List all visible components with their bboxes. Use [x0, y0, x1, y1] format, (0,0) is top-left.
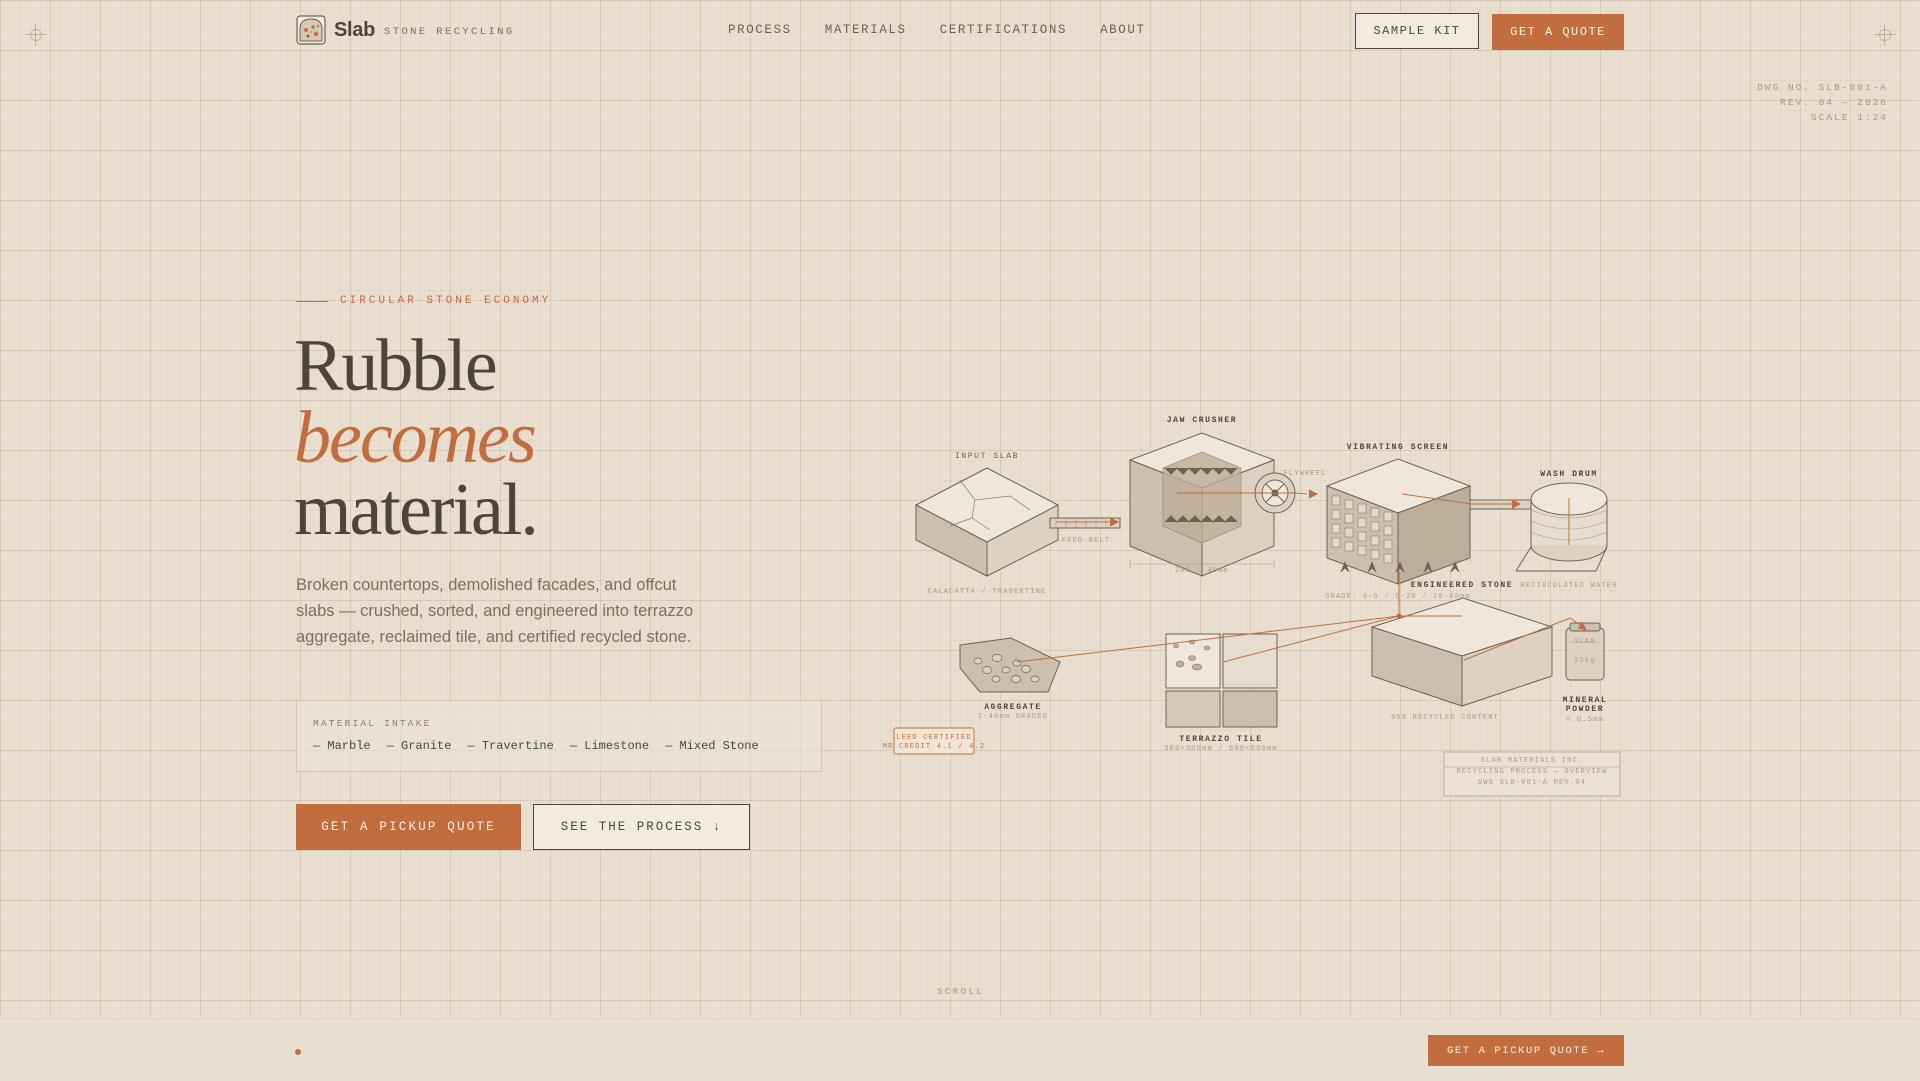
hero-headline: Rubble becomes material.: [294, 325, 539, 551]
nav-materials[interactable]: MATERIALS: [825, 23, 907, 37]
eyebrow-rule: [296, 300, 328, 302]
aggregate-illustration: [959, 637, 1061, 693]
mineral-powder-label-2: POWDER: [1566, 705, 1604, 714]
leed-sublabel: MR CREDIT 4.1 / 4.2: [883, 743, 986, 751]
title-block-company: SLAB MATERIALS INC.: [1481, 757, 1584, 765]
intake-item-limestone: — Limestone: [569, 739, 650, 753]
intake-list: — Marble — Granite — Travertine — Limest…: [313, 739, 759, 753]
wash-drum-sublabel: RECIRCULATED WATER: [1520, 582, 1617, 590]
vibrating-screen-sublabel: GRADE: 0-5 / 5-20 / 20-40mm: [1325, 593, 1471, 601]
powder-bag-text-1: SLAB: [1574, 638, 1596, 646]
vibrating-screen-label: VIBRATING SCREEN: [1347, 443, 1449, 452]
drawing-scale: SCALE 1:24: [1810, 112, 1888, 123]
drawing-number: DWG NO. SLB-001-A: [1757, 82, 1888, 93]
powder-bag-text-2: 25kg: [1574, 657, 1596, 665]
process-diagram: INPUT SLAB CALACATTA / TRAVERTINE FEED B…: [883, 416, 1621, 797]
title-block-number: DWG SLB-001-A REV.04: [1478, 779, 1586, 787]
vibrating-screen-illustration: [1325, 458, 1472, 585]
scroll-indicator: SCROLL: [937, 987, 985, 997]
intake-item-marble: — Marble: [313, 739, 371, 753]
sticky-bottom-bar: GET A PICKUP QUOTE →: [0, 1018, 1920, 1081]
headline-line-1: Rubble: [294, 325, 498, 407]
intake-item-mixed-stone: — Mixed Stone: [665, 739, 759, 753]
title-block-title: RECYCLING PROCESS — OVERVIEW: [1456, 768, 1607, 776]
headline-line-2: becomes: [294, 397, 537, 479]
engineered-stone-sublabel: 95% RECYCLED CONTENT: [1391, 714, 1499, 722]
eyebrow-text: CIRCULAR STONE ECONOMY: [340, 295, 552, 307]
wash-drum-illustration: [1469, 482, 1608, 572]
nav-process[interactable]: PROCESS: [728, 23, 792, 37]
drawing-revision: REV. 04 — 2026: [1780, 97, 1888, 108]
terrazzo-tile-illustration: [1165, 633, 1278, 728]
input-slab-label: INPUT SLAB: [955, 452, 1019, 461]
brand-tagline: STONE RECYCLING: [384, 25, 515, 38]
engineered-stone-label: ENGINEERED STONE: [1411, 581, 1513, 590]
status-dot: [295, 1049, 301, 1055]
hero-description: Broken countertops, demolished facades, …: [296, 576, 694, 646]
aggregate-sublabel: 2-40mm GRADED: [978, 713, 1048, 721]
brand-logo[interactable]: Slab STONE RECYCLING: [296, 15, 515, 45]
bottom-pickup-quote-button[interactable]: GET A PICKUP QUOTE →: [1428, 1035, 1624, 1066]
slab-logo-icon: [296, 15, 326, 45]
aggregate-label: AGGREGATE: [984, 703, 1042, 712]
mineral-powder-illustration: [1565, 622, 1605, 681]
leed-label: LEED CERTIFIED: [896, 734, 972, 742]
nav-certifications[interactable]: CERTIFICATIONS: [940, 23, 1067, 37]
intake-item-travertine: — Travertine: [467, 739, 554, 753]
sample-kit-button[interactable]: SAMPLE KIT: [1355, 13, 1479, 49]
nav-about[interactable]: ABOUT: [1100, 23, 1146, 37]
jaw-crusher-label: JAW CRUSHER: [1167, 416, 1237, 425]
material-intake-box: MATERIAL INTAKE — Marble — Granite — Tra…: [296, 700, 822, 772]
input-slab-illustration: [914, 467, 1060, 577]
see-process-button[interactable]: SEE THE PROCESS ↓: [533, 804, 750, 850]
get-quote-button[interactable]: GET A QUOTE: [1492, 14, 1624, 50]
intake-label: MATERIAL INTAKE: [313, 718, 432, 729]
intake-item-granite: — Granite: [386, 739, 452, 753]
hero-eyebrow: CIRCULAR STONE ECONOMY: [296, 295, 551, 307]
wash-drum-label: WASH DRUM: [1540, 470, 1598, 479]
drawing-meta: DWG NO. SLB-001-A REV. 04 — 2026 SCALE 1…: [1757, 80, 1888, 125]
jaw-crusher-sublabel: 200 — 40mm: [1175, 567, 1229, 575]
brand-name: Slab: [334, 18, 376, 41]
feed-belt-label: FEED BELT: [1062, 537, 1111, 545]
jaw-crusher-illustration: [1128, 432, 1296, 577]
mineral-powder-sublabel: < 0.5mm: [1566, 716, 1604, 724]
terrazzo-label: TERRAZZO TILE: [1179, 735, 1262, 744]
feed-belt-illustration: [1049, 517, 1121, 529]
headline-line-3: material.: [294, 469, 539, 551]
terrazzo-sublabel: 300×300mm / 600×600mm: [1164, 745, 1277, 753]
pickup-quote-button[interactable]: GET A PICKUP QUOTE: [296, 804, 521, 850]
input-slab-sublabel: CALACATTA / TRAVERTINE: [928, 588, 1047, 596]
mineral-powder-label-1: MINERAL: [1563, 696, 1608, 705]
flywheel-label: FLYWHEEL: [1283, 470, 1326, 478]
main-nav: PROCESS MATERIALS CERTIFICATIONS ABOUT: [728, 23, 1146, 37]
site-header: Slab STONE RECYCLING PROCESS MATERIALS C…: [0, 0, 1920, 64]
